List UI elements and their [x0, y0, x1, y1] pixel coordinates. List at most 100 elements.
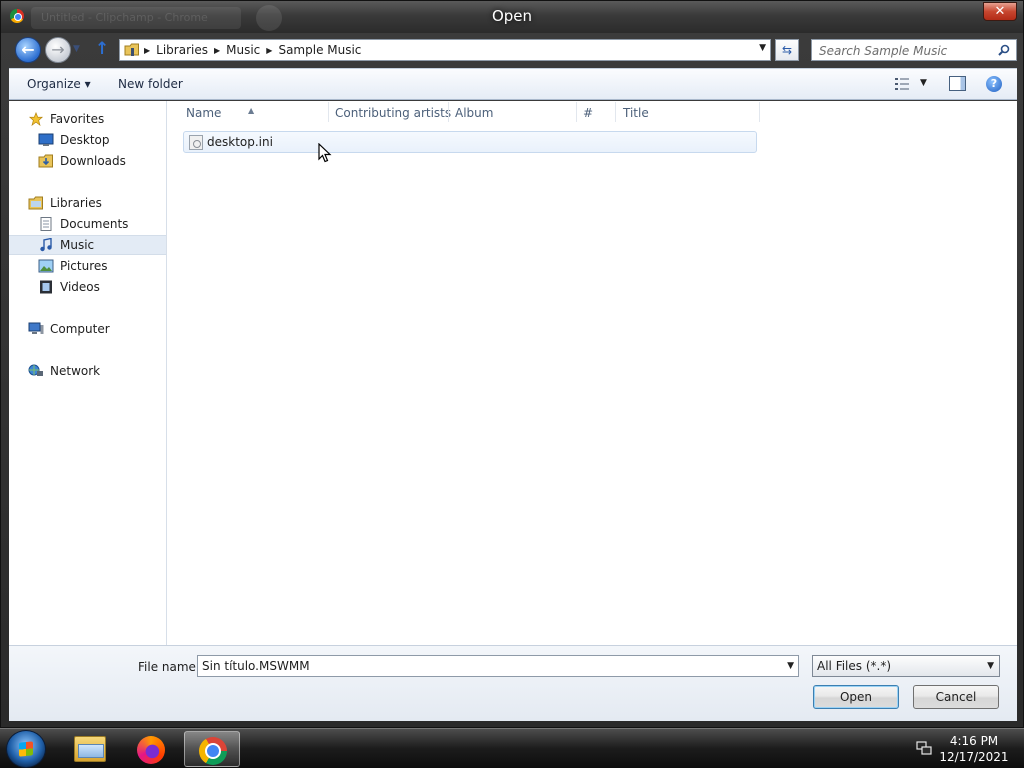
sidebar-label: Computer: [50, 322, 110, 336]
column-header-contributing-artists[interactable]: Contributing artists: [329, 101, 452, 125]
dialog-footer: File name: Sin título.MSWMM ▼ All Files …: [9, 645, 1017, 721]
pictures-icon: [38, 259, 54, 273]
start-button[interactable]: [6, 730, 46, 768]
breadcrumb-libraries[interactable]: Libraries: [150, 43, 214, 57]
change-view-icon[interactable]: [894, 77, 910, 91]
up-level-button[interactable]: ↑: [95, 39, 109, 59]
file-name: desktop.ini: [207, 135, 273, 149]
sidebar-item-desktop[interactable]: Desktop: [9, 130, 166, 150]
forward-arrow-icon: →: [51, 40, 65, 59]
list-item[interactable]: desktop.ini: [183, 131, 757, 153]
music-icon: [40, 238, 52, 252]
navigation-bar: ← → ▼ ↑ ▶ Libraries ▶ Music ▶ Sample Mus…: [9, 34, 1017, 66]
sidebar-item-downloads[interactable]: Downloads: [9, 151, 166, 171]
window-title: Open: [491, 7, 533, 25]
documents-icon: [40, 217, 52, 231]
dialog-body: Favorites Desktop Downloads Libraries Do…: [9, 101, 1017, 645]
preview-pane-icon[interactable]: [949, 76, 966, 91]
file-name-value: Sin título.MSWMM: [202, 659, 310, 673]
refresh-button[interactable]: ⇆: [775, 39, 799, 61]
sidebar-item-network[interactable]: Network: [9, 361, 166, 381]
mouse-cursor-icon: [318, 143, 332, 163]
column-header-name[interactable]: ▲ Name: [168, 101, 328, 125]
address-dropdown-icon[interactable]: ▼: [759, 43, 766, 53]
back-arrow-icon: ←: [21, 40, 35, 59]
close-button[interactable]: ✕: [983, 2, 1017, 21]
column-header-title[interactable]: Title: [616, 101, 759, 125]
chevron-down-icon: ▼: [73, 44, 80, 54]
sidebar-item-libraries[interactable]: Libraries: [9, 193, 166, 213]
file-name-field[interactable]: Sin título.MSWMM ▼: [197, 655, 799, 677]
cancel-button[interactable]: Cancel: [913, 685, 999, 709]
column-header-number[interactable]: #: [577, 101, 615, 125]
sidebar-label: Pictures: [60, 259, 108, 273]
title-bar[interactable]: Untitled - Clipchamp - Chrome Open ✕: [1, 1, 1023, 33]
column-label: Album: [455, 106, 494, 120]
open-dialog: Untitled - Clipchamp - Chrome Open ✕ ← →…: [0, 0, 1024, 728]
column-divider[interactable]: [759, 102, 760, 122]
computer-icon: [28, 322, 44, 334]
new-folder-button[interactable]: New folder: [118, 77, 183, 91]
libraries-icon: [28, 196, 43, 210]
taskbar-firefox-button[interactable]: [123, 731, 179, 767]
refresh-icon: ⇆: [781, 43, 793, 57]
breadcrumb-sample-music[interactable]: Sample Music: [272, 43, 367, 57]
file-list: ▲ Name Contributing artists Album # Titl…: [168, 101, 1017, 645]
sidebar-label: Downloads: [60, 154, 126, 168]
firefox-icon: [137, 736, 165, 764]
taskbar-clock[interactable]: 4:16 PM 12/17/2021: [934, 733, 1014, 765]
breadcrumb: ▶ Libraries ▶ Music ▶ Sample Music: [144, 43, 367, 57]
chrome-icon: [199, 737, 227, 765]
view-options-dropdown-icon[interactable]: ▼: [920, 78, 927, 88]
sidebar-label: Documents: [60, 217, 129, 231]
clock-time: 4:16 PM: [949, 734, 999, 748]
sidebar-label: Desktop: [60, 133, 110, 147]
sidebar-item-videos[interactable]: Videos: [9, 277, 166, 297]
file-name-label: File name:: [138, 660, 200, 674]
up-arrow-icon: ↑: [95, 39, 110, 59]
sidebar-label: Libraries: [50, 196, 102, 210]
network-tray-icon[interactable]: [916, 740, 932, 756]
search-icon[interactable]: [998, 44, 1010, 56]
videos-icon: [40, 280, 52, 294]
file-name-dropdown-icon[interactable]: ▼: [787, 661, 794, 671]
desktop-icon: [38, 133, 54, 146]
taskbar-explorer-button[interactable]: [62, 731, 118, 767]
sidebar-item-music[interactable]: Music: [9, 235, 166, 255]
open-button[interactable]: Open: [813, 685, 899, 709]
column-label: Contributing artists: [335, 106, 452, 120]
forward-button[interactable]: →: [45, 37, 71, 63]
search-placeholder: Search Sample Music: [819, 44, 948, 58]
breadcrumb-music[interactable]: Music: [220, 43, 266, 57]
command-bar: Organize ▾ New folder ▼ ?: [9, 68, 1017, 100]
sort-ascending-icon: ▲: [248, 106, 255, 115]
sidebar-item-computer[interactable]: Computer: [9, 319, 166, 339]
sidebar-label: Favorites: [50, 112, 105, 126]
settings-file-icon: [189, 135, 203, 150]
sidebar-label: Videos: [60, 280, 100, 294]
column-header-album[interactable]: Album: [449, 101, 576, 125]
file-type-select[interactable]: All Files (*.*) ▼: [812, 655, 1000, 677]
sidebar-item-documents[interactable]: Documents: [9, 214, 166, 234]
taskbar-chrome-button[interactable]: [184, 731, 240, 767]
address-bar[interactable]: ▶ Libraries ▶ Music ▶ Sample Music ▼: [119, 39, 771, 61]
navigation-pane: Favorites Desktop Downloads Libraries Do…: [9, 101, 167, 645]
help-icon[interactable]: ?: [986, 76, 1002, 92]
column-label: Name: [186, 106, 222, 120]
explorer-icon: [74, 736, 106, 762]
taskbar: 4:16 PM 12/17/2021: [0, 728, 1024, 768]
sidebar-label: Network: [50, 364, 101, 378]
sidebar-item-pictures[interactable]: Pictures: [9, 256, 166, 276]
folder-icon: [124, 43, 139, 56]
organize-button[interactable]: Organize ▾: [27, 77, 91, 91]
search-input[interactable]: Search Sample Music: [811, 39, 1017, 61]
clock-date: 12/17/2021: [939, 750, 1009, 764]
sidebar-item-favorites[interactable]: Favorites: [9, 109, 166, 129]
column-label: #: [583, 106, 594, 120]
network-icon: [28, 364, 43, 376]
sidebar-label: Music: [60, 238, 95, 252]
back-button[interactable]: ←: [15, 37, 41, 63]
recent-locations-dropdown[interactable]: ▼: [73, 44, 80, 54]
file-type-value: All Files (*.*): [817, 659, 892, 673]
column-label: Title: [623, 106, 649, 120]
